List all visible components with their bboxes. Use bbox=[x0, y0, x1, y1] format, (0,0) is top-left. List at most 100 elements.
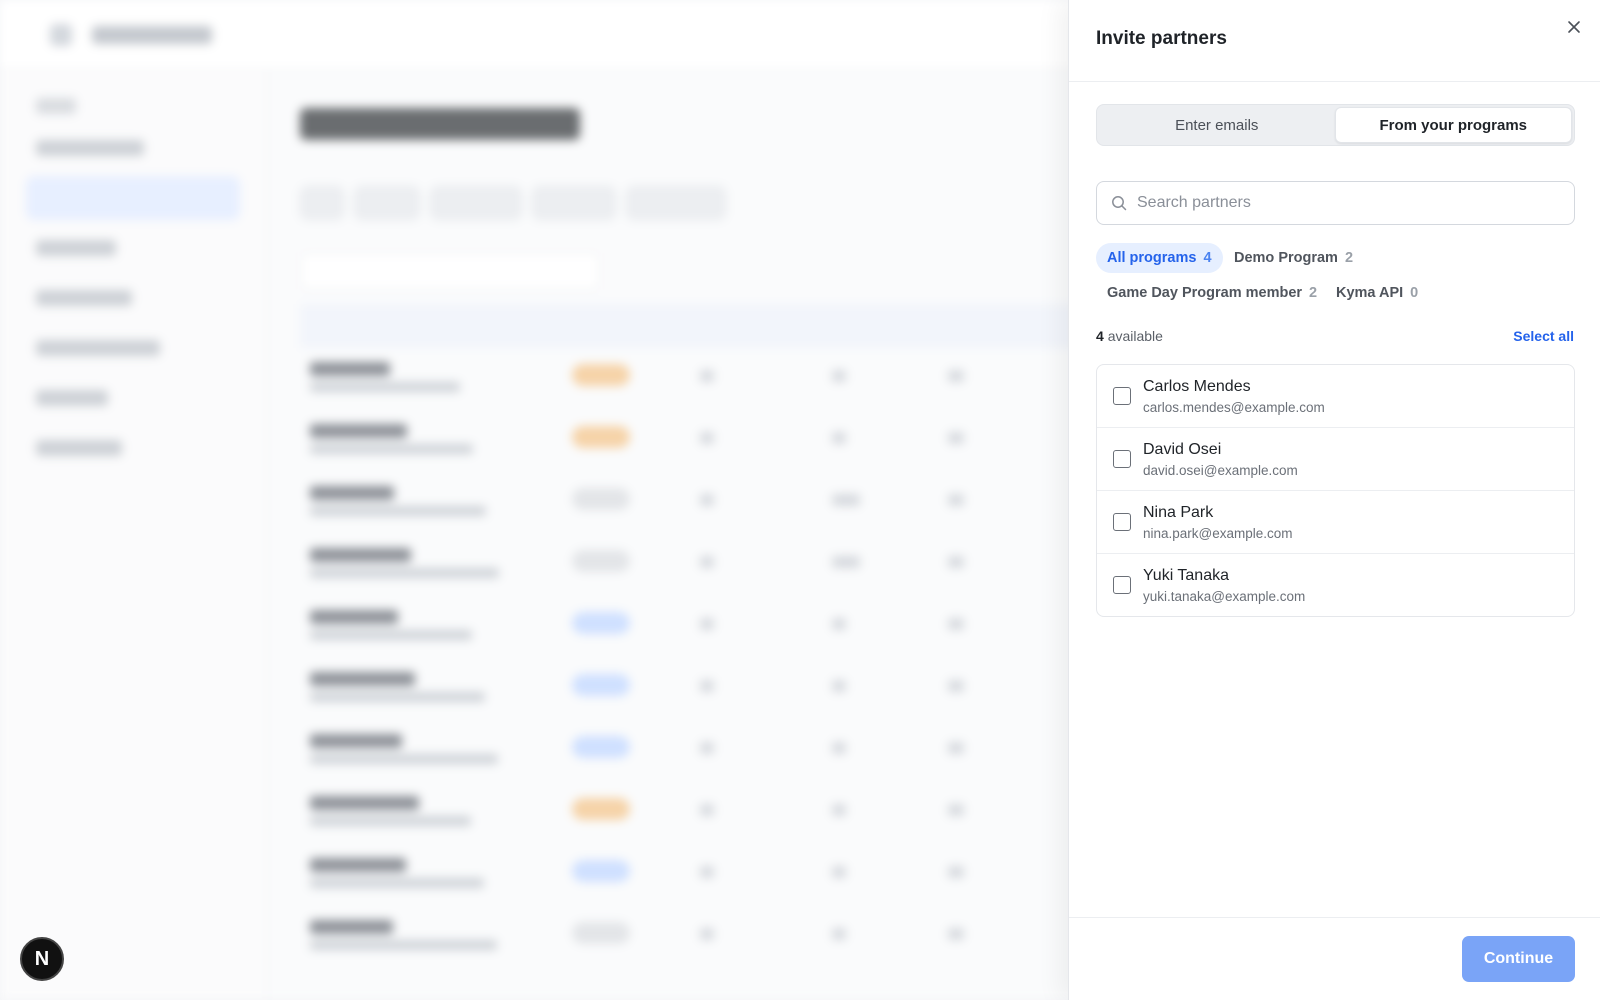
background-row-name bbox=[310, 486, 394, 500]
background-row-cell bbox=[700, 742, 714, 754]
background-row-cell bbox=[832, 494, 860, 506]
background-row-cell bbox=[948, 928, 964, 940]
background-nav-item bbox=[36, 290, 132, 306]
partner-checkbox[interactable] bbox=[1113, 450, 1131, 468]
background-row-cell bbox=[700, 804, 714, 816]
filter-demo-program[interactable]: Demo Program 2 bbox=[1223, 243, 1364, 273]
background-row-cell bbox=[948, 866, 964, 878]
filter-game-day-program-member[interactable]: Game Day Program member 2 bbox=[1096, 278, 1328, 308]
background-row-cell bbox=[948, 680, 964, 692]
invite-partners-drawer: Invite partners Enter emails From your p… bbox=[1068, 0, 1600, 1000]
background-page-title bbox=[300, 108, 580, 140]
drawer-footer: Continue bbox=[1069, 917, 1600, 1000]
background-row-cell bbox=[700, 432, 714, 444]
background-nav-item bbox=[36, 390, 108, 406]
background-row-cell bbox=[948, 494, 964, 506]
background-row-cell bbox=[832, 804, 846, 816]
background-row-name bbox=[310, 424, 407, 438]
filter-all-programs[interactable]: All programs 4 bbox=[1096, 243, 1223, 273]
background-nav-item bbox=[36, 440, 122, 456]
filter-count: 4 bbox=[1203, 250, 1212, 266]
background-row-name bbox=[310, 796, 419, 810]
background-row-email bbox=[310, 878, 484, 888]
close-icon bbox=[1568, 21, 1580, 33]
background-logo bbox=[50, 24, 72, 46]
partner-email: nina.park@example.com bbox=[1143, 526, 1293, 541]
background-row-badge bbox=[572, 798, 630, 820]
background-row-cell bbox=[700, 928, 714, 940]
background-row-cell bbox=[948, 432, 964, 444]
background-search bbox=[300, 252, 600, 290]
background-row-cell bbox=[832, 680, 846, 692]
filter-count: 0 bbox=[1410, 285, 1419, 301]
select-all-button[interactable]: Select all bbox=[1513, 328, 1574, 344]
background-row-badge bbox=[572, 426, 630, 448]
background-row-name bbox=[310, 610, 398, 624]
background-row-badge bbox=[572, 488, 630, 510]
background-row-cell bbox=[948, 556, 964, 568]
tab-from-your-programs[interactable]: From your programs bbox=[1334, 107, 1572, 143]
background-row-badge bbox=[572, 860, 630, 882]
partner-checkbox[interactable] bbox=[1113, 387, 1131, 405]
filter-count: 2 bbox=[1309, 285, 1318, 301]
available-number: 4 bbox=[1096, 328, 1104, 344]
background-row-email bbox=[310, 816, 471, 826]
background-row-badge bbox=[572, 674, 630, 696]
filter-kyma-api[interactable]: Kyma API 0 bbox=[1325, 278, 1429, 308]
background-filter-chip bbox=[300, 186, 344, 220]
background-org-switcher bbox=[92, 26, 212, 44]
partner-checkbox[interactable] bbox=[1113, 513, 1131, 531]
partner-checkbox[interactable] bbox=[1113, 576, 1131, 594]
background-row-name bbox=[310, 920, 393, 934]
filter-label: Demo Program bbox=[1234, 250, 1338, 266]
background-nav-item bbox=[36, 98, 76, 114]
background-row-cell bbox=[700, 494, 714, 506]
background-row-badge bbox=[572, 612, 630, 634]
filter-label: All programs bbox=[1107, 250, 1197, 266]
background-row-cell bbox=[700, 866, 714, 878]
close-button[interactable] bbox=[1561, 14, 1587, 40]
background-row-name bbox=[310, 858, 406, 872]
background-row-email bbox=[310, 568, 499, 578]
background-row-cell bbox=[700, 618, 714, 630]
continue-button[interactable]: Continue bbox=[1462, 936, 1575, 982]
background-filter-chip bbox=[532, 186, 616, 220]
tab-enter-emails[interactable]: Enter emails bbox=[1099, 107, 1335, 143]
background-filter-chip bbox=[626, 186, 726, 220]
background-row-email bbox=[310, 940, 497, 950]
list-item[interactable]: Carlos Mendes carlos.mendes@example.com bbox=[1097, 365, 1574, 428]
background-row-email bbox=[310, 630, 472, 640]
list-item[interactable]: Yuki Tanaka yuki.tanaka@example.com bbox=[1097, 554, 1574, 616]
background-row-cell bbox=[700, 680, 714, 692]
background-row-cell bbox=[832, 432, 846, 444]
dev-tools-avatar[interactable]: N bbox=[20, 937, 64, 981]
background-row-cell bbox=[832, 370, 846, 382]
partner-list: Carlos Mendes carlos.mendes@example.com … bbox=[1096, 364, 1575, 617]
background-row-email bbox=[310, 506, 486, 516]
partner-email: david.osei@example.com bbox=[1143, 463, 1298, 478]
background-row-cell bbox=[948, 370, 964, 382]
avatar-letter: N bbox=[34, 947, 50, 970]
list-item[interactable]: Nina Park nina.park@example.com bbox=[1097, 491, 1574, 554]
background-nav-item bbox=[36, 340, 160, 356]
background-row-name bbox=[310, 362, 390, 376]
background-row-email bbox=[310, 382, 460, 392]
background-nav-item bbox=[36, 240, 116, 256]
background-filter-chip bbox=[354, 186, 420, 220]
background-row-cell bbox=[832, 618, 846, 630]
available-count: 4 available bbox=[1096, 328, 1163, 344]
drawer-title: Invite partners bbox=[1096, 28, 1227, 49]
background-row-name bbox=[310, 672, 415, 686]
background-row-cell bbox=[948, 618, 964, 630]
filter-label: Kyma API bbox=[1336, 285, 1404, 301]
background-row-cell bbox=[832, 556, 860, 568]
search-input[interactable] bbox=[1137, 194, 1557, 212]
partner-name: Nina Park bbox=[1143, 504, 1214, 521]
list-item[interactable]: David Osei david.osei@example.com bbox=[1097, 428, 1574, 491]
background-row-badge bbox=[572, 550, 630, 572]
background-row-cell bbox=[700, 556, 714, 568]
background-row-email bbox=[310, 444, 473, 454]
background-row-name bbox=[310, 734, 402, 748]
background-row-badge bbox=[572, 922, 630, 944]
source-tabs: Enter emails From your programs bbox=[1096, 104, 1575, 146]
